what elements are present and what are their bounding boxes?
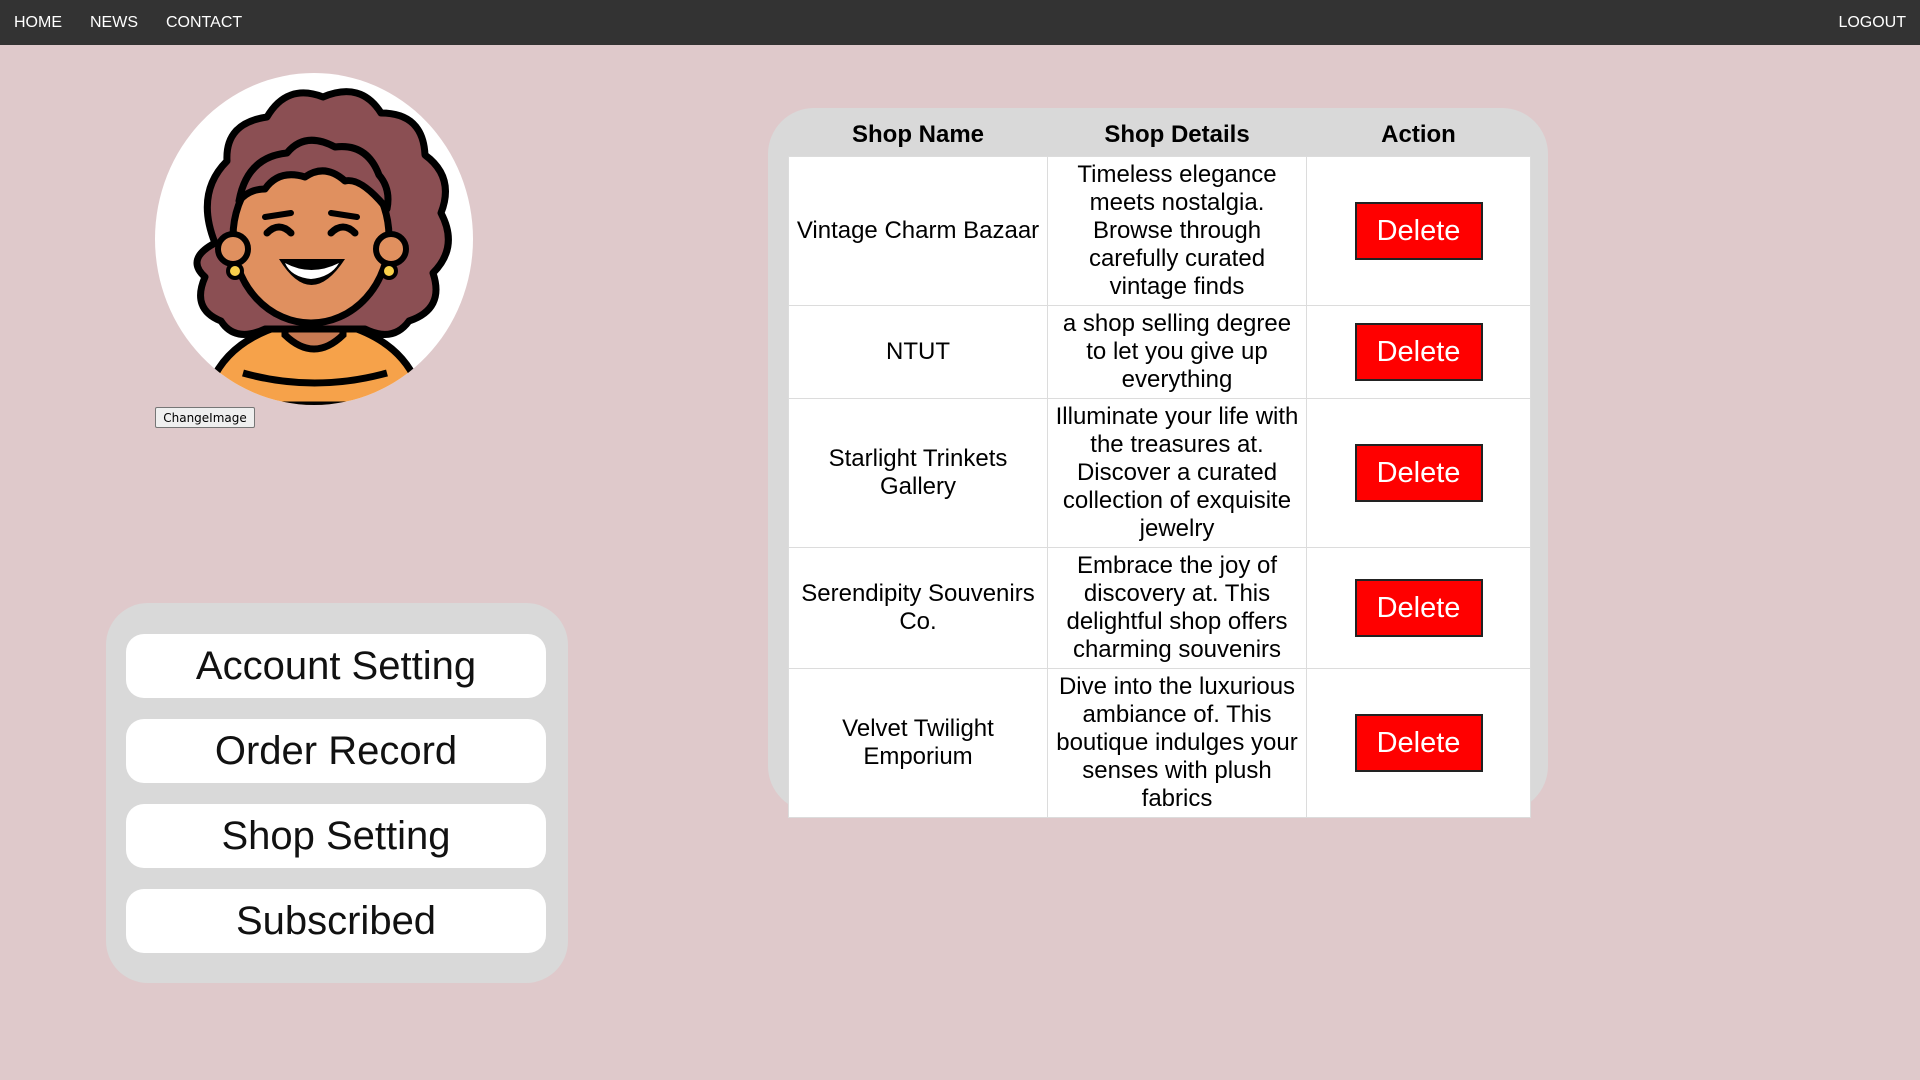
subscribed-button[interactable]: Subscribed xyxy=(126,889,546,953)
shop-details-cell: Illuminate your life with the treasures … xyxy=(1047,398,1307,548)
delete-button[interactable]: Delete xyxy=(1354,202,1483,260)
shop-setting-button[interactable]: Shop Setting xyxy=(126,804,546,868)
action-cell: Delete xyxy=(1306,547,1531,669)
table-row: Serendipity Souvenirs Co. Embrace the jo… xyxy=(788,547,1531,669)
shop-name-cell: Serendipity Souvenirs Co. xyxy=(788,547,1048,669)
shop-details-header: Shop Details xyxy=(1104,120,1250,148)
shop-details-cell: Embrace the joy of discovery at. This de… xyxy=(1047,547,1307,669)
shop-name-cell: Vintage Charm Bazaar xyxy=(788,156,1048,306)
action-header: Action xyxy=(1381,120,1456,148)
action-cell: Delete xyxy=(1306,398,1531,548)
delete-button[interactable]: Delete xyxy=(1354,579,1483,637)
shop-name-cell: NTUT xyxy=(788,305,1048,399)
shop-table: Shop Name Shop Details Action Vintage Ch… xyxy=(788,113,1531,818)
action-cell: Delete xyxy=(1306,156,1531,306)
order-record-button[interactable]: Order Record xyxy=(126,719,546,783)
shop-name-cell: Starlight Trinkets Gallery xyxy=(788,398,1048,548)
table-row: Starlight Trinkets Gallery Illuminate yo… xyxy=(788,398,1531,548)
delete-button[interactable]: Delete xyxy=(1354,714,1483,772)
profile-avatar xyxy=(155,73,473,405)
shop-name-cell: Velvet Twilight Emporium xyxy=(788,668,1048,818)
delete-button[interactable]: Delete xyxy=(1354,323,1483,381)
logout-link[interactable]: LOGOUT xyxy=(1838,0,1906,45)
smiling-woman-avatar-icon xyxy=(160,85,468,405)
shop-details-cell: Dive into the luxurious ambiance of. Thi… xyxy=(1047,668,1307,818)
table-row: Vintage Charm Bazaar Timeless elegance m… xyxy=(788,156,1531,306)
delete-button[interactable]: Delete xyxy=(1354,444,1483,502)
account-setting-button[interactable]: Account Setting xyxy=(126,634,546,698)
shop-details-cell: Timeless elegance meets nostalgia. Brows… xyxy=(1047,156,1307,306)
table-row: NTUT a shop selling degree to let you gi… xyxy=(788,305,1531,399)
top-navbar: HOME NEWS CONTACT LOGOUT xyxy=(0,0,1920,45)
nav-news-link[interactable]: NEWS xyxy=(90,0,138,45)
shop-details-cell: a shop selling degree to let you give up… xyxy=(1047,305,1307,399)
nav-contact-link[interactable]: CONTACT xyxy=(166,0,242,45)
table-header-row: Shop Name Shop Details Action xyxy=(789,113,1531,157)
nav-home-link[interactable]: HOME xyxy=(14,0,62,45)
action-cell: Delete xyxy=(1306,305,1531,399)
shop-name-header: Shop Name xyxy=(851,120,985,148)
table-row: Velvet Twilight Emporium Dive into the l… xyxy=(788,668,1531,818)
change-image-button[interactable]: ChangeImage xyxy=(155,407,255,428)
action-cell: Delete xyxy=(1306,668,1531,818)
settings-menu-panel: Account Setting Order Record Shop Settin… xyxy=(106,603,568,983)
